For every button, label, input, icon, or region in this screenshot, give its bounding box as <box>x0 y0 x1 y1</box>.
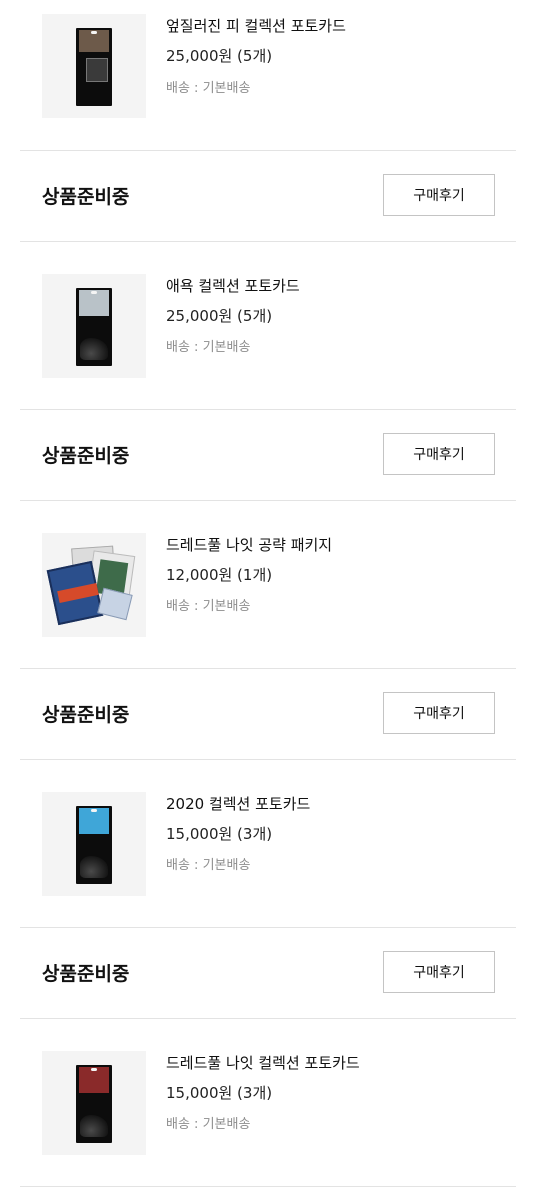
order-status: 상품준비중 <box>42 704 130 726</box>
product-name[interactable]: 드레드풀 나잇 공략 패키지 <box>166 534 332 555</box>
order-item[interactable]: 드레드풀 나잇 공략 패키지 12,000원 (1개) 배송 : 기본배송 <box>0 519 536 669</box>
divider <box>20 1186 516 1187</box>
product-price: 12,000원 (1개) <box>166 566 273 584</box>
product-name[interactable]: 엎질러진 피 컬렉션 포토카드 <box>166 15 346 36</box>
order-item[interactable]: 엎질러진 피 컬렉션 포토카드 25,000원 (5개) 배송 : 기본배송 <box>0 0 536 150</box>
product-price: 25,000원 (5개) <box>166 307 273 325</box>
write-review-button[interactable]: 구매후기 <box>383 174 495 216</box>
product-thumbnail[interactable] <box>42 533 146 637</box>
write-review-button[interactable]: 구매후기 <box>383 433 495 475</box>
order-item[interactable]: 2020 컬렉션 포토카드 15,000원 (3개) 배송 : 기본배송 <box>0 778 536 928</box>
write-review-button[interactable]: 구매후기 <box>383 951 495 993</box>
shipping-info: 배송 : 기본배송 <box>166 1117 251 1132</box>
product-thumbnail[interactable] <box>42 792 146 896</box>
product-price: 25,000원 (5개) <box>166 47 273 65</box>
product-thumbnail[interactable] <box>42 14 146 118</box>
photocard-pack-icon <box>76 806 112 884</box>
divider <box>20 759 516 760</box>
shipping-info: 배송 : 기본배송 <box>166 340 251 355</box>
product-price: 15,000원 (3개) <box>166 825 273 843</box>
divider <box>20 927 516 928</box>
product-price: 15,000원 (3개) <box>166 1084 273 1102</box>
order-status: 상품준비중 <box>42 445 130 467</box>
order-status: 상품준비중 <box>42 186 130 208</box>
order-item[interactable]: 드레드풀 나잇 컬렉션 포토카드 15,000원 (3개) 배송 : 기본배송 <box>0 1037 536 1187</box>
product-name[interactable]: 애욕 컬렉션 포토카드 <box>166 275 300 296</box>
divider <box>20 500 516 501</box>
order-item[interactable]: 애욕 컬렉션 포토카드 25,000원 (5개) 배송 : 기본배송 <box>0 260 536 410</box>
photocard-pack-icon <box>76 28 112 106</box>
order-status: 상품준비중 <box>42 963 130 985</box>
shipping-info: 배송 : 기본배송 <box>166 81 251 96</box>
divider <box>20 241 516 242</box>
product-name[interactable]: 2020 컬렉션 포토카드 <box>166 793 310 814</box>
divider <box>20 1018 516 1019</box>
divider <box>20 668 516 669</box>
product-name[interactable]: 드레드풀 나잇 컬렉션 포토카드 <box>166 1052 360 1073</box>
shipping-info: 배송 : 기본배송 <box>166 599 251 614</box>
photocard-pack-icon <box>76 1065 112 1143</box>
shipping-info: 배송 : 기본배송 <box>166 858 251 873</box>
photocard-pack-icon <box>76 288 112 366</box>
divider <box>20 150 516 151</box>
divider <box>20 409 516 410</box>
product-thumbnail[interactable] <box>42 1051 146 1155</box>
write-review-button[interactable]: 구매후기 <box>383 692 495 734</box>
package-bundle-icon <box>46 545 140 626</box>
product-thumbnail[interactable] <box>42 274 146 378</box>
